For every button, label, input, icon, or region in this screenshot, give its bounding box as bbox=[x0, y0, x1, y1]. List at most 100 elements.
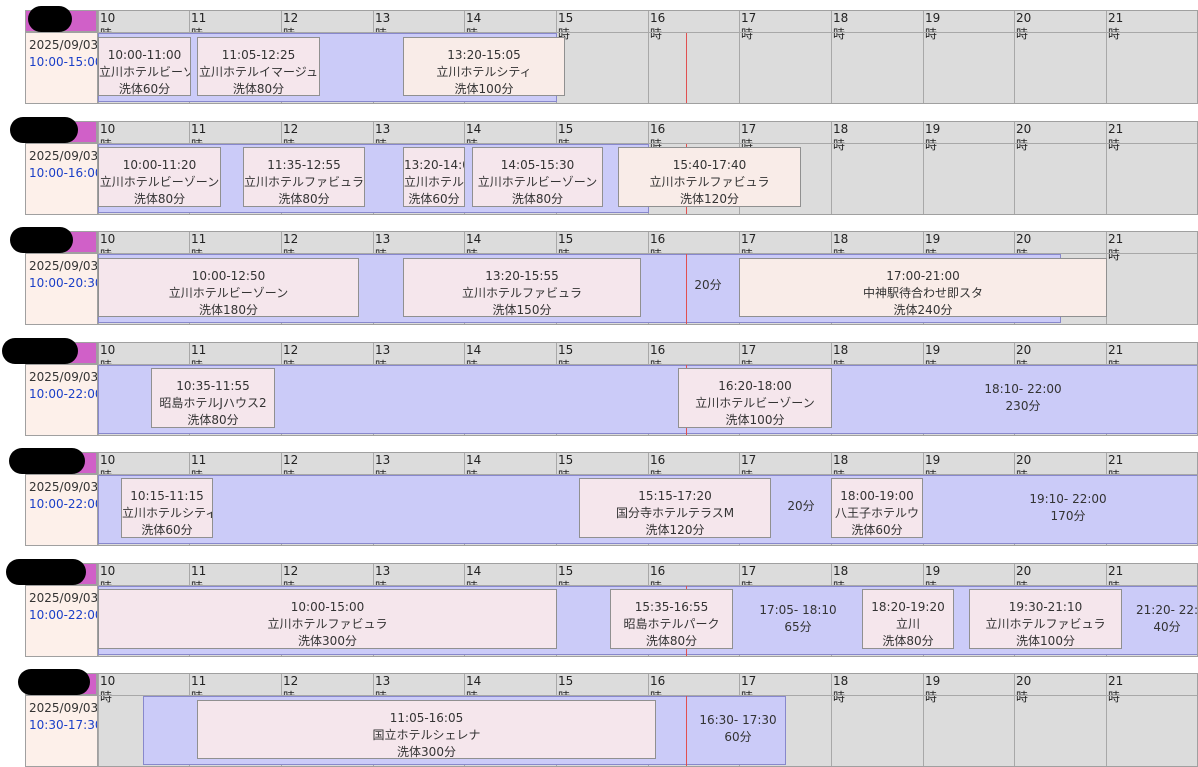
shift-hours: 10:00-16:00 bbox=[29, 166, 98, 180]
redacted-name bbox=[6, 559, 86, 585]
shift-hours: 10:00-22:00 bbox=[29, 387, 98, 401]
staff-info: 2025/09/03 10:00-22:00 bbox=[25, 585, 98, 657]
hour-label: 21時 bbox=[1108, 122, 1124, 152]
booking-block[interactable]: 10:00-15:00 立川ホテルファビュラ 洗体300分 bbox=[98, 589, 557, 649]
gap-duration: 60分 bbox=[724, 730, 752, 744]
booking-block[interactable]: 19:30-21:10 立川ホテルファビュラ 洗体100分 bbox=[969, 589, 1122, 649]
booking-place: 立川ホテル bbox=[404, 175, 465, 189]
booking-wash: 洗体120分 bbox=[680, 192, 739, 206]
booking-block[interactable]: 15:35-16:55 昭島ホテルパーク 洗体80分 bbox=[610, 589, 733, 649]
gap-time: 17:05- 18:10 bbox=[759, 603, 837, 617]
staff-info: 2025/09/03 10:00-22:00 bbox=[25, 364, 98, 436]
booking-place: 立川 bbox=[895, 617, 920, 631]
shift-hours: 10:00-22:00 bbox=[29, 608, 98, 622]
booking-wash: 洗体240分 bbox=[893, 303, 953, 317]
booking-place: 昭島ホテルパーク bbox=[623, 617, 720, 631]
booking-place: 立川ホテルファビュラ bbox=[244, 175, 365, 189]
redacted-name bbox=[18, 669, 90, 695]
booking-place: 立川ホテルファビュラ bbox=[985, 617, 1106, 631]
booking-block[interactable]: 13:20-15:55 立川ホテルファビュラ 洗体150分 bbox=[403, 258, 641, 317]
booking-block[interactable]: 10:00-12:50 立川ホテルビーゾーン 洗体180分 bbox=[98, 258, 359, 317]
booking-wash: 洗体80分 bbox=[882, 634, 934, 648]
booking-block[interactable]: 11:05-16:05 国立ホテルシェレナ 洗体300分 bbox=[197, 700, 656, 759]
booking-time: 15:35-16:55 bbox=[634, 600, 709, 614]
booking-time: 18:20-19:20 bbox=[871, 600, 945, 614]
hour-label: 19時 bbox=[925, 674, 941, 704]
booking-wash: 洗体80分 bbox=[278, 192, 330, 206]
staff-info: 2025/09/03 10:00-22:00 bbox=[25, 474, 98, 546]
booking-block[interactable]: 15:40-17:40 立川ホテルファビュラ 洗体120分 bbox=[618, 147, 801, 207]
current-time-line bbox=[686, 696, 687, 766]
booking-place: 立川ホテルイマージュ bbox=[199, 65, 318, 79]
shift-date: 2025/09/03 bbox=[29, 480, 98, 494]
gap-label: 18:10- 22:00 230分 bbox=[948, 381, 1098, 415]
booking-place: 立川ホテルファビュラ bbox=[649, 175, 770, 189]
booking-block[interactable]: 10:00-11:00 立川ホテルビーゾーン 洗体60分 bbox=[98, 37, 191, 96]
shift-hours: 10:30-17:30 bbox=[29, 718, 98, 732]
shift-hours: 10:00-15:00 bbox=[29, 55, 98, 69]
booking-block[interactable]: 13:20-14:0 立川ホテル 洗体60分 bbox=[403, 147, 465, 207]
gap-duration: 65分 bbox=[784, 620, 812, 634]
timeline-grid: 10時 11時 12時 13時 14時 15時 16時 17時 18時 19時 … bbox=[97, 452, 1198, 546]
booking-wash: 洗体60分 bbox=[408, 192, 460, 206]
shift-date: 2025/09/03 bbox=[29, 591, 98, 605]
gap-label: 21:20- 22: 40分 bbox=[1136, 602, 1197, 636]
booking-time: 18:00-19:00 bbox=[840, 489, 914, 503]
booking-place: 立川ホテルビーゾーン bbox=[168, 286, 289, 300]
booking-wash: 洗体100分 bbox=[454, 82, 514, 96]
booking-block[interactable]: 18:00-19:00 八王子ホテルウ 洗体60分 bbox=[831, 478, 923, 538]
booking-time: 15:15-17:20 bbox=[638, 489, 712, 503]
booking-time: 10:00-11:20 bbox=[122, 158, 197, 172]
gap-label: 17:05- 18:10 65分 bbox=[748, 602, 848, 636]
gap-label: 16:30- 17:30 60分 bbox=[688, 712, 788, 746]
gap-duration: 40分 bbox=[1153, 620, 1181, 634]
booking-time: 11:35-12:55 bbox=[267, 158, 341, 172]
booking-wash: 洗体80分 bbox=[511, 192, 564, 206]
booking-wash: 洗体120分 bbox=[645, 523, 705, 537]
booking-block[interactable]: 10:35-11:55 昭島ホテルJハウス2 洗体80分 bbox=[151, 368, 275, 428]
booking-wash: 洗体150分 bbox=[492, 303, 552, 317]
booking-place: 立川ホテルビーゾーン bbox=[99, 65, 190, 79]
hour-label: 20時 bbox=[1016, 11, 1032, 41]
booking-time: 10:00-15:00 bbox=[290, 600, 365, 614]
booking-wash: 洗体100分 bbox=[725, 413, 785, 427]
booking-block[interactable]: 13:20-15:05 立川ホテルシティ 洗体100分 bbox=[403, 37, 565, 96]
booking-block[interactable]: 10:00-11:20 立川ホテルビーゾーン 洗体80分 bbox=[98, 147, 221, 207]
timeline-grid: 10時 11時 12時 13時 14時 15時 16時 17時 18時 19時 … bbox=[97, 231, 1198, 325]
booking-time: 13:20-15:55 bbox=[485, 269, 559, 283]
booking-block[interactable]: 11:05-12:25 立川ホテルイマージュ 洗体80分 bbox=[197, 37, 320, 96]
shift-date: 2025/09/03 bbox=[29, 38, 98, 52]
timeline-grid: 10時 11時 12時 13時 14時 15時 16時 17時 18時 19時 … bbox=[97, 342, 1198, 436]
gap-time: 18:10- 22:00 bbox=[984, 382, 1062, 396]
booking-wash: 洗体80分 bbox=[232, 82, 285, 96]
booking-time: 11:05-16:05 bbox=[389, 711, 464, 725]
booking-time: 13:20-14:0 bbox=[404, 158, 465, 172]
gap-duration: 20分 bbox=[787, 499, 815, 513]
booking-wash: 洗体80分 bbox=[187, 413, 239, 427]
booking-time: 10:15-11:15 bbox=[130, 489, 204, 503]
hour-label: 21時 bbox=[1108, 232, 1124, 262]
booking-wash: 洗体60分 bbox=[118, 82, 171, 96]
booking-block[interactable]: 18:20-19:20 立川 洗体80分 bbox=[862, 589, 954, 649]
booking-block[interactable]: 15:15-17:20 国分寺ホテルテラスM 洗体120分 bbox=[579, 478, 771, 538]
gap-duration: 170分 bbox=[1050, 509, 1086, 523]
booking-wash: 洗体80分 bbox=[133, 192, 186, 206]
booking-time: 19:30-21:10 bbox=[1008, 600, 1083, 614]
timeline-grid: 10時 11時 12時 13時 14時 15時 16時 17時 18時 19時 … bbox=[97, 121, 1198, 215]
gap-duration: 20分 bbox=[694, 278, 722, 292]
staff-info: 2025/09/03 10:00-16:00 bbox=[25, 143, 98, 215]
booking-block[interactable]: 16:20-18:00 立川ホテルビーゾーン 洗体100分 bbox=[678, 368, 832, 428]
booking-block[interactable]: 10:15-11:15 立川ホテルシティ 洗体60分 bbox=[121, 478, 213, 538]
staff-info: 2025/09/03 10:00-20:30 bbox=[25, 253, 98, 325]
booking-block[interactable]: 11:35-12:55 立川ホテルファビュラ 洗体80分 bbox=[243, 147, 365, 207]
booking-place: 立川ホテルファビュラ bbox=[461, 286, 582, 300]
hour-label: 19時 bbox=[925, 11, 941, 41]
booking-block[interactable]: 14:05-15:30 立川ホテルビーゾーン 洗体80分 bbox=[472, 147, 603, 207]
redacted-name bbox=[10, 117, 78, 143]
booking-block[interactable]: 17:00-21:00 中神駅待合わせ即スタ 洗体240分 bbox=[739, 258, 1107, 317]
gap-duration: 230分 bbox=[1005, 399, 1041, 413]
shift-hours: 10:00-20:30 bbox=[29, 276, 98, 290]
redacted-name bbox=[9, 448, 85, 474]
redacted-name bbox=[2, 338, 78, 364]
booking-place: 立川ホテルファビュラ bbox=[267, 617, 388, 631]
